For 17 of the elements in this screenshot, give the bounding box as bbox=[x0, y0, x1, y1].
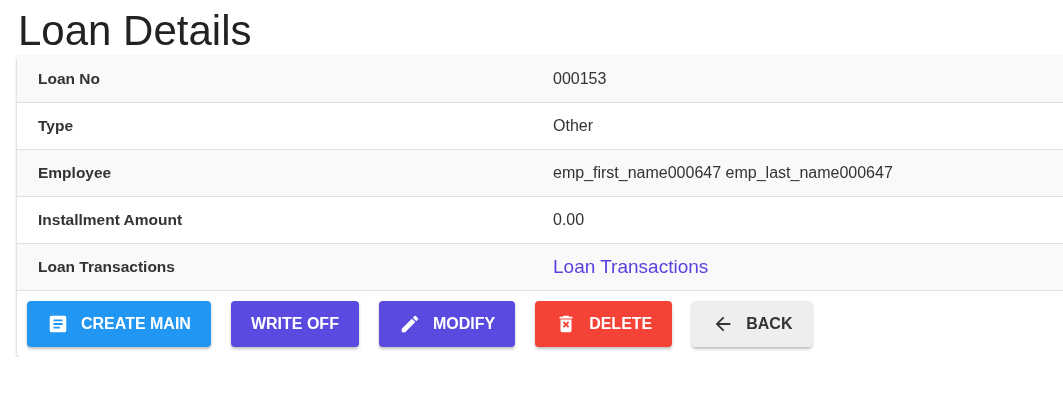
page-title: Loan Details bbox=[18, 6, 253, 56]
action-button[interactable]: WRITE OFF bbox=[230, 301, 359, 347]
action-button[interactable]: MODIFY bbox=[378, 301, 516, 347]
action-button[interactable]: CREATE MAIN bbox=[27, 301, 211, 347]
field-label: Installment Amount bbox=[37, 211, 184, 229]
field-value: 0.00 bbox=[553, 211, 585, 228]
field-value: emp_first_name000647 emp_last_name000647 bbox=[553, 164, 893, 181]
action-button[interactable]: BACK bbox=[692, 301, 813, 347]
field-label: Loan Transactions bbox=[37, 258, 176, 276]
field-label: Type bbox=[37, 117, 75, 135]
field-label: Employee bbox=[37, 164, 113, 182]
field-value: Other bbox=[553, 117, 593, 134]
action-button[interactable]: DELETE bbox=[535, 301, 673, 347]
document-icon bbox=[47, 313, 69, 335]
field-label: Loan No bbox=[37, 70, 101, 88]
transactions-link[interactable]: Loan Transactions bbox=[553, 256, 709, 277]
field-value: 000153 bbox=[553, 70, 607, 87]
